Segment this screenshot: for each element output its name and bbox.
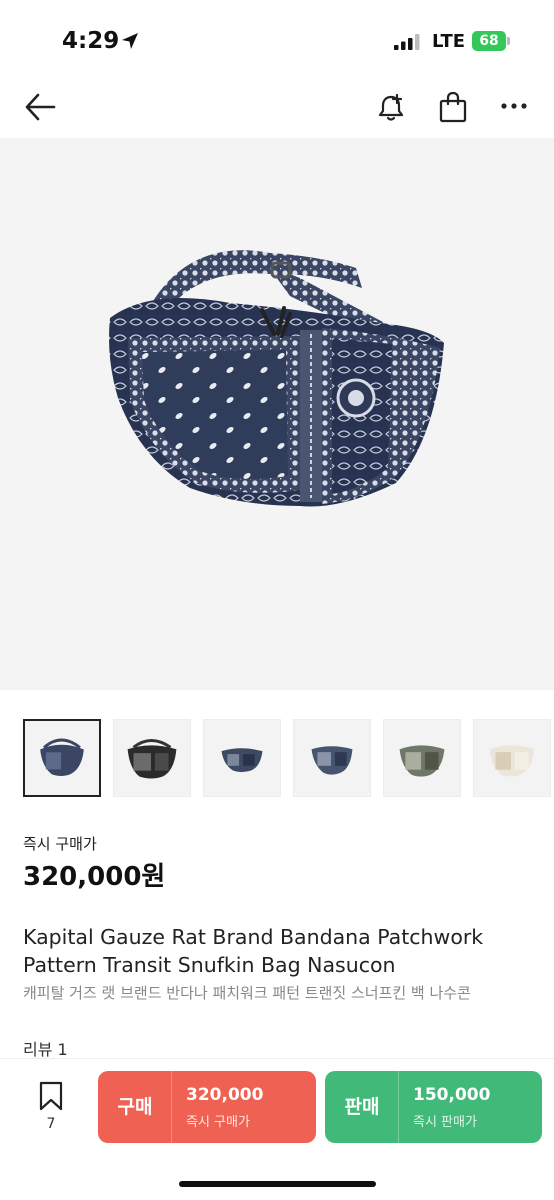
wish-count: 7: [46, 1116, 56, 1132]
price-label: 즉시 구매가: [23, 835, 97, 853]
thumbnail-2[interactable]: [113, 719, 191, 797]
review-link[interactable]: 리뷰 1: [23, 1036, 68, 1060]
thumbnail-1[interactable]: [23, 719, 101, 797]
wishlist-button[interactable]: 7: [34, 1081, 68, 1145]
status-bar: 4:29 LTE 68: [0, 0, 554, 78]
battery-icon: 68: [472, 31, 510, 51]
thumbnail-3[interactable]: [203, 719, 281, 797]
top-nav: [0, 78, 554, 138]
location-arrow-icon: [122, 33, 138, 49]
buy-label: 구매: [117, 1096, 153, 1118]
product-image[interactable]: [0, 138, 554, 690]
sell-label: 판매: [344, 1096, 380, 1118]
product-title-korean: 캐피탈 거즈 랫 브랜드 반다나 패치워크 패턴 트랜짓 스너프킨 백 나수콘: [23, 984, 471, 1002]
sell-button[interactable]: 판매 150,000 즉시 판매가: [325, 1071, 542, 1143]
thumbnail-5[interactable]: [383, 719, 461, 797]
buy-button[interactable]: 구매 320,000 즉시 구매가: [98, 1071, 316, 1143]
more-dots-icon[interactable]: [500, 102, 528, 110]
status-time: 4:29: [62, 28, 120, 54]
shopping-bag-icon[interactable]: [438, 91, 468, 123]
alert-add-icon[interactable]: [375, 91, 407, 123]
bandana-bag-illustration: [109, 250, 444, 507]
sell-price: 150,000: [413, 1085, 491, 1105]
buy-price: 320,000: [186, 1085, 264, 1105]
bookmark-icon: [39, 1081, 63, 1111]
home-indicator: [179, 1181, 376, 1187]
network-type: LTE: [432, 31, 466, 52]
buy-sub-label: 즉시 구매가: [186, 1115, 250, 1130]
thumbnail-6[interactable]: [473, 719, 551, 797]
battery-level: 68: [472, 31, 506, 51]
back-arrow-icon[interactable]: [24, 92, 56, 122]
product-price: 320,000원: [23, 862, 166, 892]
thumbnail-4[interactable]: [293, 719, 371, 797]
thumbnail-strip: [23, 719, 554, 799]
sell-sub-label: 즉시 판매가: [413, 1115, 477, 1130]
signal-icon: [394, 34, 420, 50]
product-title: Kapital Gauze Rat Brand Bandana Patchwor…: [23, 925, 484, 977]
bottom-action-bar: 7 구매 320,000 즉시 구매가 판매 150,000 즉시 판매가: [0, 1058, 554, 1200]
